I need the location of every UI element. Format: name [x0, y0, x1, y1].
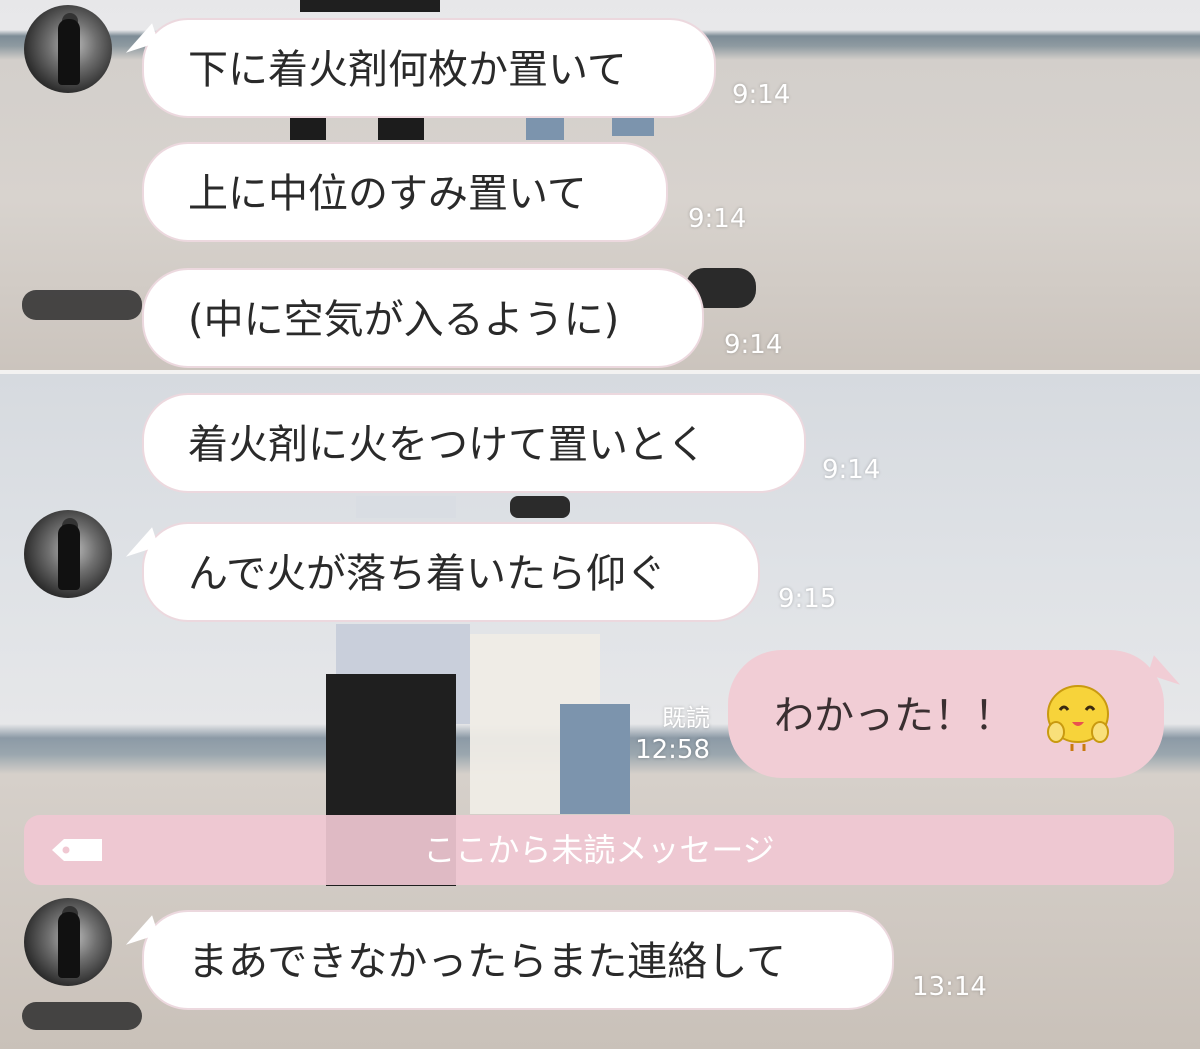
figure-arm [356, 496, 456, 518]
figure-top-shadow [300, 0, 440, 12]
sandal [22, 1002, 142, 1030]
message-time: 12:58 [635, 735, 710, 765]
sandal [22, 290, 142, 320]
message-bubble[interactable]: 着火剤に火をつけて置いとく [142, 393, 806, 493]
read-label: 既読 [662, 704, 710, 732]
message-bubble[interactable]: 下に着火剤何枚か置いて [142, 18, 716, 118]
unread-divider-label: ここから未読メッセージ [423, 831, 775, 869]
message-bubble[interactable]: (中に空気が入るように) [142, 268, 704, 368]
message-time: 9:14 [822, 455, 881, 485]
message-text: 下に着火剤何枚か置いて [188, 47, 627, 93]
my-message-bubble[interactable]: わかった！！ [728, 650, 1164, 778]
message-time: 13:14 [912, 972, 987, 1002]
figure-head [510, 496, 570, 518]
message-time: 9:14 [688, 204, 747, 234]
avatar[interactable] [24, 5, 112, 93]
message-bubble[interactable]: 上に中位のすみ置いて [142, 142, 668, 242]
message-bubble[interactable]: んで火が落ち着いたら仰ぐ [142, 522, 760, 622]
avatar[interactable] [24, 898, 112, 986]
message-text: 着火剤に火をつけて置いとく [188, 422, 707, 468]
message-text: 上に中位のすみ置いて [188, 171, 587, 217]
message-time: 9:15 [778, 584, 837, 614]
message-text: わかった！！ [774, 693, 1014, 739]
avatar[interactable] [24, 510, 112, 598]
unread-divider: ここから未読メッセージ [24, 815, 1174, 885]
read-receipt: 既読 12:58 [620, 702, 710, 766]
message-text: (中に空気が入るように) [188, 297, 620, 343]
message-bubble[interactable]: まあできなかったらまた連絡して [142, 910, 894, 1010]
message-time: 9:14 [732, 80, 791, 110]
chick-peace-sticker-icon [1047, 685, 1109, 751]
message-time: 9:14 [724, 330, 783, 360]
message-text: まあできなかったらまた連絡して [188, 939, 786, 985]
message-text: んで火が落ち着いたら仰ぐ [188, 551, 666, 597]
